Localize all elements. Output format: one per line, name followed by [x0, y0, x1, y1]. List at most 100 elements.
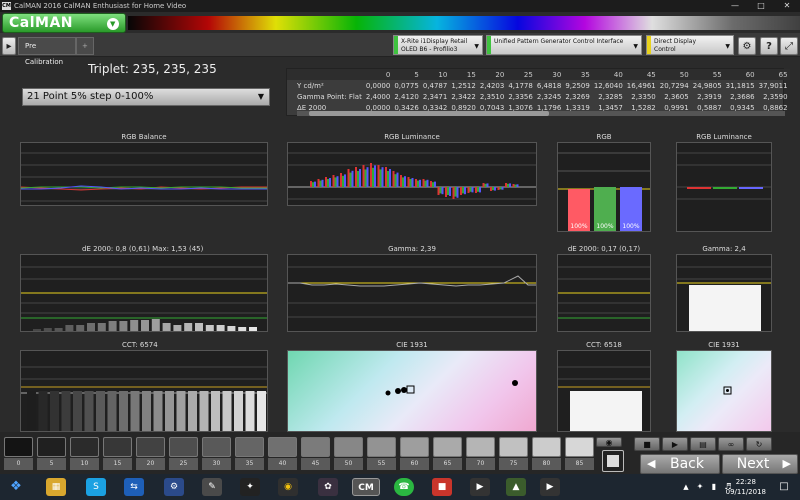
- luminance-bar-green: [387, 171, 389, 187]
- patch-swatch[interactable]: [70, 437, 99, 457]
- table-cell: 2,4120: [394, 92, 419, 101]
- patch-swatch[interactable]: [103, 437, 132, 457]
- luminance-bar-green: [432, 182, 434, 187]
- luminance-bar-green: [357, 171, 359, 187]
- calman-menu-button[interactable]: CalMAN ▼: [2, 13, 126, 33]
- de-bar: [227, 326, 236, 331]
- col-header[interactable]: 30: [534, 69, 564, 80]
- col-header[interactable]: 5: [392, 69, 421, 80]
- table-cell: 4,1778: [508, 81, 533, 90]
- notification-icon[interactable]: □: [774, 478, 794, 496]
- cie-point: [395, 388, 401, 394]
- col-header[interactable]: 0: [363, 69, 393, 80]
- loop-icon[interactable]: ∞: [718, 437, 744, 451]
- paint-icon[interactable]: ✎: [202, 478, 222, 496]
- pattern-generator-selector[interactable]: Unified Pattern Generator Control Interf…: [486, 35, 642, 55]
- gear-app-icon[interactable]: ⚙: [164, 478, 184, 496]
- skype-icon[interactable]: S: [86, 478, 106, 496]
- expand-icon[interactable]: ⤢: [780, 37, 798, 55]
- start-windows-icon[interactable]: ❖: [6, 478, 26, 496]
- minimize-icon[interactable]: —: [722, 0, 748, 12]
- luminance-bar-green: [514, 184, 517, 187]
- teamviewer-icon[interactable]: ⇆: [124, 478, 144, 496]
- calman-taskbar-icon[interactable]: CM: [352, 478, 380, 496]
- patch-swatch[interactable]: [4, 437, 33, 457]
- pdf-app-icon[interactable]: ▶: [540, 478, 560, 496]
- app-icon[interactable]: ▲: [506, 478, 526, 496]
- record-icon[interactable]: ◉: [596, 437, 622, 447]
- table-cell: 16,4961: [626, 81, 656, 90]
- bluetooth-icon[interactable]: ✦: [694, 478, 706, 496]
- patch-swatch[interactable]: [433, 437, 462, 457]
- patch-swatch[interactable]: [169, 437, 198, 457]
- patch-swatch[interactable]: [301, 437, 330, 457]
- cie-point-title: CIE 1931: [708, 341, 740, 349]
- chrome-icon[interactable]: ◉: [278, 478, 298, 496]
- battery-icon[interactable]: ▮: [708, 478, 720, 496]
- display-control-selector[interactable]: Direct Display Control ▼: [646, 35, 734, 55]
- clock[interactable]: 22:28 09/11/2018: [726, 477, 766, 497]
- step-series-select[interactable]: 21 Point 5% step 0-100% ▼: [22, 88, 270, 106]
- table-cell: 2,3422: [451, 92, 476, 101]
- patch-swatch[interactable]: [235, 437, 264, 457]
- play-icon[interactable]: ▸: [2, 37, 16, 55]
- media-player-icon[interactable]: ▶: [470, 478, 490, 496]
- grid: [21, 152, 267, 202]
- next-button[interactable]: Next ▶: [722, 454, 798, 474]
- help-icon[interactable]: ?: [760, 37, 778, 55]
- patch-swatch[interactable]: [499, 437, 528, 457]
- settings-gear-icon[interactable]: ⚙: [738, 37, 756, 55]
- patch-swatch[interactable]: [532, 437, 561, 457]
- chevron-down-icon: ▼: [725, 43, 730, 50]
- patch-swatch[interactable]: [202, 437, 231, 457]
- luminance-bar-blue: [434, 181, 436, 187]
- patch-swatch[interactable]: [565, 437, 594, 457]
- scrollbar-thumb[interactable]: [309, 111, 549, 116]
- patch-swatch[interactable]: [136, 437, 165, 457]
- col-header[interactable]: 20: [477, 69, 507, 80]
- whatsapp-icon[interactable]: ☎: [394, 478, 414, 496]
- add-tab-button[interactable]: +: [76, 37, 94, 55]
- col-header[interactable]: 65: [756, 69, 790, 80]
- patch-swatch[interactable]: [334, 437, 363, 457]
- patch-label: 25: [169, 458, 198, 470]
- col-header[interactable]: 45: [624, 69, 658, 80]
- game-app-icon[interactable]: ■: [432, 478, 452, 496]
- luminance-bar-green: [447, 187, 449, 195]
- patch-swatch[interactable]: [37, 437, 66, 457]
- patch-label: 70: [466, 458, 495, 470]
- refresh-icon[interactable]: ↻: [746, 437, 772, 451]
- tray-chevron-icon[interactable]: ▲: [680, 478, 692, 496]
- col-header[interactable]: 40: [591, 69, 625, 80]
- grid: [677, 152, 771, 200]
- maximize-icon[interactable]: □: [748, 0, 774, 12]
- table-cell: 2,4000: [365, 92, 391, 101]
- play-step-icon[interactable]: ▶: [662, 437, 688, 451]
- media-app-icon[interactable]: ✦: [240, 478, 260, 496]
- patch-swatch[interactable]: [367, 437, 396, 457]
- patch-swatch[interactable]: [268, 437, 297, 457]
- col-header[interactable]: 10: [420, 69, 450, 80]
- col-header[interactable]: 50: [657, 69, 691, 80]
- cct-bar: [73, 391, 82, 431]
- close-icon[interactable]: ✕: [774, 0, 800, 12]
- col-header[interactable]: 25: [506, 69, 535, 80]
- clipboard-icon[interactable]: ▤: [690, 437, 716, 451]
- col-header[interactable]: 55: [690, 69, 724, 80]
- stop-button[interactable]: [602, 450, 624, 472]
- col-header[interactable]: 15: [449, 69, 478, 80]
- file-explorer-icon[interactable]: ▦: [46, 478, 66, 496]
- luminance-bar-blue: [501, 187, 504, 190]
- stop-icon[interactable]: ■: [634, 437, 660, 451]
- col-header[interactable]: 60: [723, 69, 757, 80]
- luminance-bar-red: [422, 179, 425, 187]
- patch-swatch[interactable]: [466, 437, 495, 457]
- back-button[interactable]: ◀ Back: [640, 454, 720, 474]
- col-header[interactable]: 35: [563, 69, 592, 80]
- photo-app-icon[interactable]: ✿: [318, 478, 338, 496]
- patch-swatch[interactable]: [400, 437, 429, 457]
- table-scrollbar[interactable]: [297, 111, 785, 116]
- meter-selector[interactable]: X-Rite i1Display Retail OLED B6 - Profil…: [393, 35, 483, 55]
- tab-pre-calibration[interactable]: Pre Calibration: [18, 37, 76, 66]
- gamma-point-title: Gamma: 2,4: [702, 245, 746, 253]
